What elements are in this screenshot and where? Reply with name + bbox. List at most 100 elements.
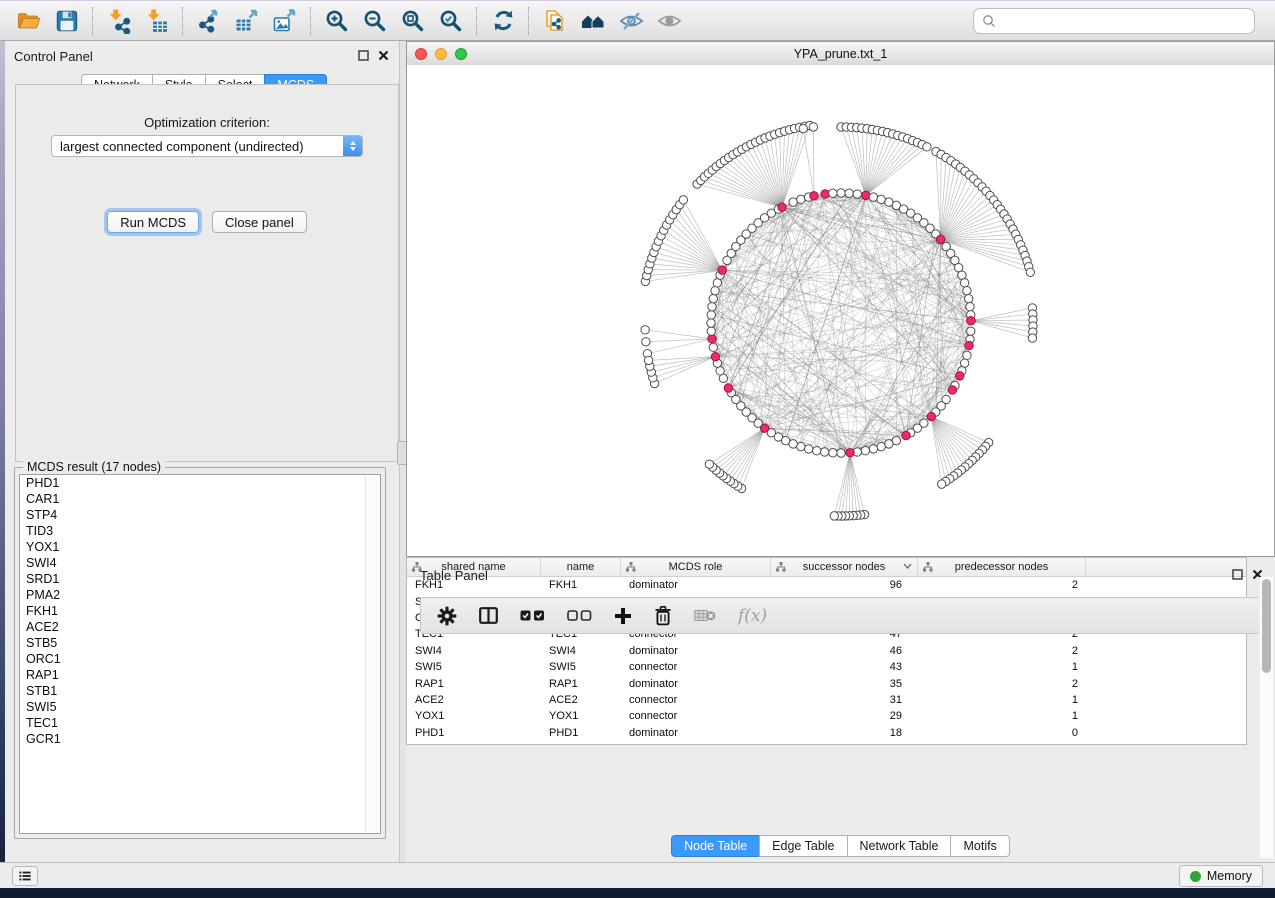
cell: 2 xyxy=(918,645,1086,657)
mcds-result-item[interactable]: SWI4 xyxy=(20,555,380,571)
network-canvas[interactable] xyxy=(407,65,1274,556)
zoom-selected-button[interactable] xyxy=(432,4,470,38)
split-view-button[interactable] xyxy=(479,607,498,624)
export-table-button[interactable] xyxy=(228,4,266,38)
column-header-successor-nodes[interactable]: successor nodes xyxy=(771,558,918,576)
export-network-icon xyxy=(196,8,222,34)
delete-column-button[interactable] xyxy=(654,605,672,626)
table-row[interactable]: PHD1PHD1dominator180 xyxy=(407,725,1246,741)
memory-button[interactable]: Memory xyxy=(1179,865,1263,887)
mcds-result-item[interactable]: TID3 xyxy=(20,523,380,539)
search-input[interactable] xyxy=(996,13,1254,29)
deselect-all-button[interactable] xyxy=(567,610,592,621)
refresh-button[interactable] xyxy=(484,4,522,38)
cell: SWI4 xyxy=(407,645,541,657)
table-header: shared namenameMCDS rolesuccessor nodesp… xyxy=(407,558,1246,577)
mcds-result-item[interactable]: PMA2 xyxy=(20,587,380,603)
mcds-result-item[interactable]: YOX1 xyxy=(20,539,380,555)
import-table-icon xyxy=(144,8,170,34)
cell: SWI4 xyxy=(541,645,621,657)
mcds-result-item[interactable]: STB1 xyxy=(20,683,380,699)
table-row[interactable]: FKH1FKH1dominator962 xyxy=(407,577,1246,593)
export-image-button[interactable] xyxy=(266,4,304,38)
plus-icon xyxy=(614,607,632,625)
node-table[interactable]: shared namenameMCDS rolesuccessor nodesp… xyxy=(406,557,1247,745)
mcds-result-item[interactable]: RAP1 xyxy=(20,667,380,683)
minimize-window-icon[interactable] xyxy=(435,48,447,60)
close-panel-icon[interactable] xyxy=(378,50,389,61)
tab-network-table[interactable]: Network Table xyxy=(847,835,952,857)
mcds-result-list[interactable]: PHD1CAR1STP4TID3YOX1SWI4SRD1PMA2FKH1ACE2… xyxy=(19,474,381,834)
clone-network-icon xyxy=(542,8,568,34)
cell: 35 xyxy=(771,678,918,690)
log-console-button[interactable] xyxy=(12,866,38,886)
open-file-button[interactable] xyxy=(10,4,48,38)
tab-edge-table[interactable]: Edge Table xyxy=(759,835,847,857)
mcds-result-item[interactable]: ACE2 xyxy=(20,619,380,635)
clone-network-button[interactable] xyxy=(536,4,574,38)
mcds-result-item[interactable]: SRD1 xyxy=(20,571,380,587)
list-scrollbar-track[interactable] xyxy=(365,476,379,832)
function-builder-disabled: f(x) xyxy=(738,606,767,626)
table-panel: Table Panel xyxy=(406,557,1275,862)
mcds-result-item[interactable]: ORC1 xyxy=(20,651,380,667)
tab-node-table[interactable]: Node Table xyxy=(671,835,760,857)
mcds-result-item[interactable]: GCR1 xyxy=(20,731,380,747)
checked-boxes-icon xyxy=(520,610,545,621)
criterion-dropdown[interactable]: largest connected component (undirected) xyxy=(51,135,363,157)
cell: 31 xyxy=(771,694,918,706)
run-mcds-button[interactable]: Run MCDS xyxy=(107,211,199,233)
gear-icon xyxy=(437,606,457,626)
close-panel-button[interactable]: Close panel xyxy=(212,211,307,233)
search-box[interactable] xyxy=(973,8,1255,34)
column-header-MCDS-role[interactable]: MCDS role xyxy=(621,558,771,576)
first-neighbors-button[interactable] xyxy=(574,4,612,38)
mcds-result-item[interactable]: STP4 xyxy=(20,507,380,523)
column-header-name[interactable]: name xyxy=(541,558,621,576)
table-row[interactable]: YOX1YOX1connector291 xyxy=(407,708,1246,724)
network-graph[interactable] xyxy=(407,65,1274,556)
table-row[interactable]: SWI4SWI4dominator462 xyxy=(407,643,1246,659)
mcds-tab-content: Optimization criterion: largest connecte… xyxy=(15,84,399,462)
cell: FKH1 xyxy=(541,579,621,591)
import-network-button[interactable] xyxy=(100,4,138,38)
save-session-button[interactable] xyxy=(48,4,86,38)
zoom-in-button[interactable] xyxy=(318,4,356,38)
cell: 29 xyxy=(771,710,918,722)
table-row[interactable]: RAP1RAP1dominator352 xyxy=(407,675,1246,691)
cell: YOX1 xyxy=(541,710,621,722)
export-network-button[interactable] xyxy=(190,4,228,38)
mcds-result-item[interactable]: STB5 xyxy=(20,635,380,651)
mcds-result-item[interactable]: PHD1 xyxy=(20,475,380,491)
mcds-result-item[interactable]: FKH1 xyxy=(20,603,380,619)
import-table-button[interactable] xyxy=(138,4,176,38)
mcds-result-title: MCDS result (17 nodes) xyxy=(23,460,165,474)
open-folder-icon xyxy=(16,8,42,34)
table-row[interactable]: SWI5SWI5connector431 xyxy=(407,659,1246,675)
mcds-result-item[interactable]: TEC1 xyxy=(20,715,380,731)
maximize-window-icon[interactable] xyxy=(455,48,467,60)
cell: PHD1 xyxy=(407,727,541,739)
hide-selected-button[interactable] xyxy=(612,4,650,38)
float-panel-icon[interactable] xyxy=(358,50,369,61)
cell: 46 xyxy=(771,645,918,657)
zoom-out-icon xyxy=(362,8,388,34)
mcds-result-item[interactable]: SWI5 xyxy=(20,699,380,715)
show-all-button[interactable] xyxy=(650,4,688,38)
column-settings-button[interactable] xyxy=(437,606,457,626)
column-header-predecessor-nodes[interactable]: predecessor nodes xyxy=(918,558,1086,576)
zoom-fit-button[interactable] xyxy=(394,4,432,38)
close-window-icon[interactable] xyxy=(415,48,427,60)
cell: dominator xyxy=(621,727,771,739)
cell: connector xyxy=(621,694,771,706)
mcds-result-item[interactable]: CAR1 xyxy=(20,491,380,507)
tab-motifs[interactable]: Motifs xyxy=(950,835,1009,857)
zoom-out-button[interactable] xyxy=(356,4,394,38)
add-column-button[interactable] xyxy=(614,607,632,625)
select-all-button[interactable] xyxy=(520,610,545,621)
network-window-titlebar[interactable]: YPA_prune.txt_1 xyxy=(407,42,1274,66)
toolbar-separator xyxy=(92,7,94,35)
criterion-dropdown-value: largest connected component (undirected) xyxy=(52,139,343,154)
column-header-shared-name[interactable]: shared name xyxy=(407,558,541,576)
table-row[interactable]: ACE2ACE2connector311 xyxy=(407,692,1246,708)
